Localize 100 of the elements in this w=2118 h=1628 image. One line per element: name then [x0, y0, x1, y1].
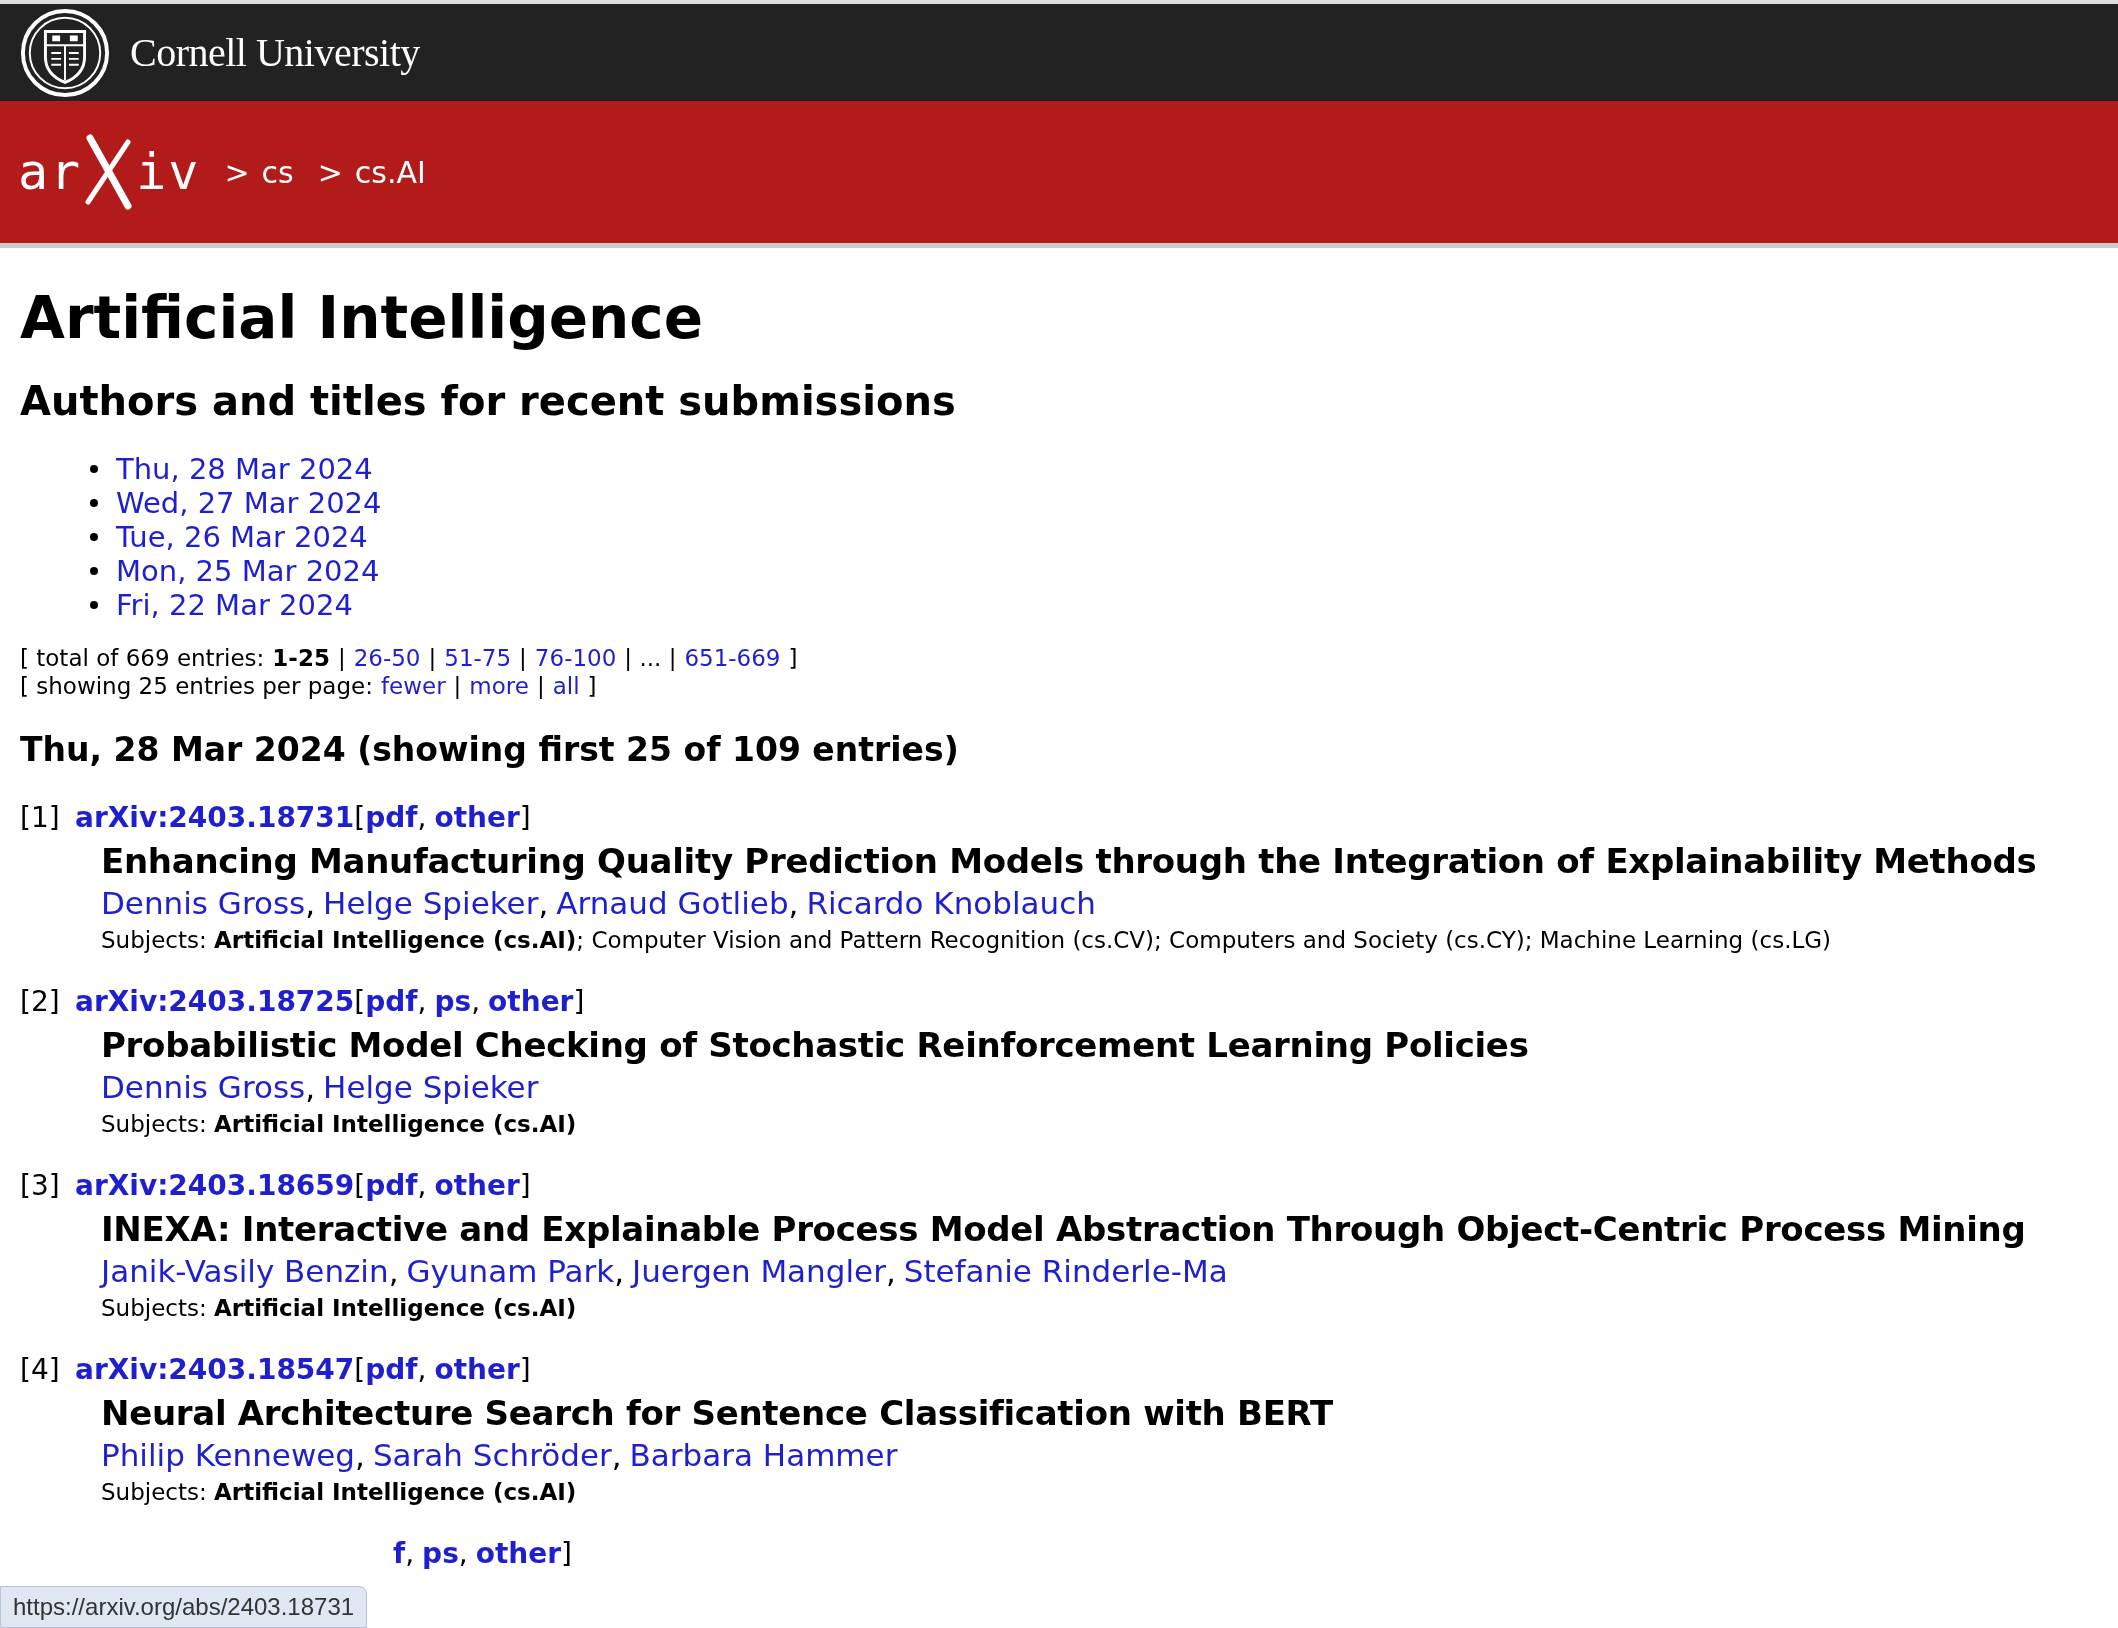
paper-title: Enhancing Manufacturing Quality Prediction Models through the Integration of Explainability Methods	[101, 840, 2038, 883]
bracket: ]	[519, 1168, 531, 1204]
author-link[interactable]: Barbara Hammer	[629, 1437, 898, 1473]
entry-number: [3]	[20, 1168, 61, 1204]
paper-title: INEXA: Interactive and Explainable Process Model Abstraction Through Object-Centric Process Mining	[101, 1208, 2027, 1251]
pagination-text: ]	[587, 672, 597, 700]
format-link[interactable]: other	[434, 1350, 520, 1390]
bracket: ]	[561, 1536, 572, 1572]
comma: ,	[305, 1069, 316, 1105]
subjects-text: Subjects: Artificial Intelligence (cs.AI)	[101, 1294, 578, 1323]
page-link[interactable]: 76-100	[534, 644, 617, 672]
day-heading: Thu, 28 Mar 2024 (showing first 25 of 109 entries)	[20, 729, 960, 771]
author-link[interactable]: Arnaud Gotlieb	[556, 885, 789, 921]
author-link[interactable]: Dennis Gross	[101, 1069, 306, 1105]
author-link[interactable]: Helge Spieker	[323, 1069, 539, 1105]
breadcrumb-link[interactable]: cs.AI	[354, 154, 426, 190]
comma: ,	[305, 885, 316, 921]
page-link[interactable]: 651-669	[684, 644, 781, 672]
author-link[interactable]: Ricardo Knoblauch	[806, 885, 1096, 921]
format-link[interactable]: ps	[434, 982, 472, 1022]
arxiv-id-link[interactable]: arXiv:2403.18659	[75, 1166, 355, 1206]
comma: ,	[355, 1437, 365, 1473]
pagination-text: |	[337, 644, 346, 672]
bracket: ]	[519, 1352, 531, 1388]
breadcrumb-link[interactable]: cs	[261, 154, 294, 190]
author-link[interactable]: Philip Kenneweg	[101, 1437, 356, 1473]
pagination-text: |	[428, 644, 437, 672]
bracket: [	[354, 1168, 366, 1204]
comma: ,	[417, 984, 427, 1020]
page-link[interactable]: 51-75	[444, 644, 512, 672]
pagination-text: [ total of 669 entries:	[20, 644, 265, 672]
author-link[interactable]: Gyunam Park	[406, 1253, 615, 1289]
entry-number: [1]	[20, 800, 61, 836]
subjects-text: Subjects: Artificial Intelligence (cs.AI)	[101, 1110, 578, 1139]
date-link[interactable]: Wed, 27 Mar 2024	[116, 486, 382, 520]
comma: ,	[417, 1352, 427, 1388]
arxiv-id-link[interactable]: arXiv:2403.18725	[75, 982, 355, 1022]
comma: ,	[458, 1536, 468, 1572]
page-link[interactable]: more	[469, 672, 529, 700]
format-link[interactable]: pdf	[365, 1350, 418, 1390]
date-link[interactable]: Tue, 26 Mar 2024	[116, 520, 368, 554]
author-link[interactable]: Sarah Schröder	[372, 1437, 612, 1473]
page-link[interactable]: all	[552, 672, 580, 700]
bracket: ]	[519, 800, 531, 836]
bullet-icon	[90, 567, 98, 575]
university-name[interactable]: Cornell University	[130, 29, 420, 76]
comma: ,	[788, 885, 799, 921]
comma: ,	[388, 1253, 399, 1289]
format-link[interactable]: f	[393, 1534, 406, 1574]
date-link[interactable]: Thu, 28 Mar 2024	[116, 452, 373, 486]
format-link[interactable]: other	[434, 1166, 520, 1206]
page-link[interactable]: fewer	[380, 672, 446, 700]
author-link[interactable]: Stefanie Rinderle-Ma	[903, 1253, 1228, 1289]
breadcrumb-separator: >	[317, 154, 343, 190]
comma: ,	[417, 1168, 427, 1204]
author-link[interactable]: Dennis Gross	[101, 885, 306, 921]
comma: ,	[405, 1536, 415, 1572]
format-link[interactable]: pdf	[365, 798, 418, 838]
format-link[interactable]: pdf	[365, 982, 418, 1022]
bracket: [	[354, 984, 366, 1020]
breadcrumb-separator: >	[224, 154, 250, 190]
author-link[interactable]: Janik-Vasily Benzin	[101, 1253, 389, 1289]
arxiv-id-link[interactable]: arXiv:2403.18547	[75, 1350, 355, 1390]
format-link[interactable]: other	[434, 798, 520, 838]
comma: ,	[611, 1437, 622, 1473]
bullet-icon	[90, 533, 98, 541]
x-mark-icon	[84, 132, 135, 212]
logo-text[interactable]: iv	[136, 143, 201, 201]
bullet-icon	[90, 465, 98, 473]
format-link[interactable]: pdf	[365, 1166, 418, 1206]
pagination-text: |	[519, 644, 527, 672]
bullet-icon	[90, 499, 98, 507]
subjects-text: Subjects: Artificial Intelligence (cs.AI); Computer Vision and Pattern Recognition (cs.CV); Computers and Society (cs.CY); Machine Learning (cs.LG)	[101, 926, 1833, 955]
current-page: 1-25	[272, 644, 330, 672]
format-link[interactable]: ps	[422, 1534, 459, 1574]
comma: ,	[885, 1253, 896, 1289]
page-title: Artificial Intelligence	[20, 283, 704, 354]
pagination-text: [ showing 25 entries per page:	[20, 672, 373, 700]
bracket: [	[354, 800, 366, 836]
date-link[interactable]: Mon, 25 Mar 2024	[116, 554, 380, 588]
arxiv-id-link[interactable]: arXiv:2403.18731	[75, 798, 355, 838]
shield-emblem-icon	[20, 7, 110, 98]
format-link[interactable]: other	[475, 1534, 562, 1574]
comma: ,	[614, 1253, 625, 1289]
page-link[interactable]: 26-50	[353, 644, 421, 672]
date-link[interactable]: Fri, 22 Mar 2024	[116, 588, 353, 622]
author-link[interactable]: Helge Spieker	[323, 885, 539, 921]
bracket: ]	[573, 984, 585, 1020]
pagination-text: ]	[788, 644, 798, 672]
subjects-text: Subjects: Artificial Intelligence (cs.AI)	[101, 1478, 578, 1507]
comma: ,	[417, 800, 427, 836]
pagination-text: |	[536, 672, 545, 700]
format-link[interactable]: other	[488, 982, 574, 1022]
author-link[interactable]: Juergen Mangler	[632, 1253, 886, 1289]
logo-text[interactable]: ar	[18, 143, 83, 201]
comma: ,	[471, 984, 481, 1020]
entry-number: [2]	[20, 984, 61, 1020]
link-url-tooltip: https://arxiv.org/abs/2403.18731	[0, 1586, 368, 1628]
pagination-text: |	[453, 672, 462, 700]
bullet-icon	[90, 601, 98, 609]
